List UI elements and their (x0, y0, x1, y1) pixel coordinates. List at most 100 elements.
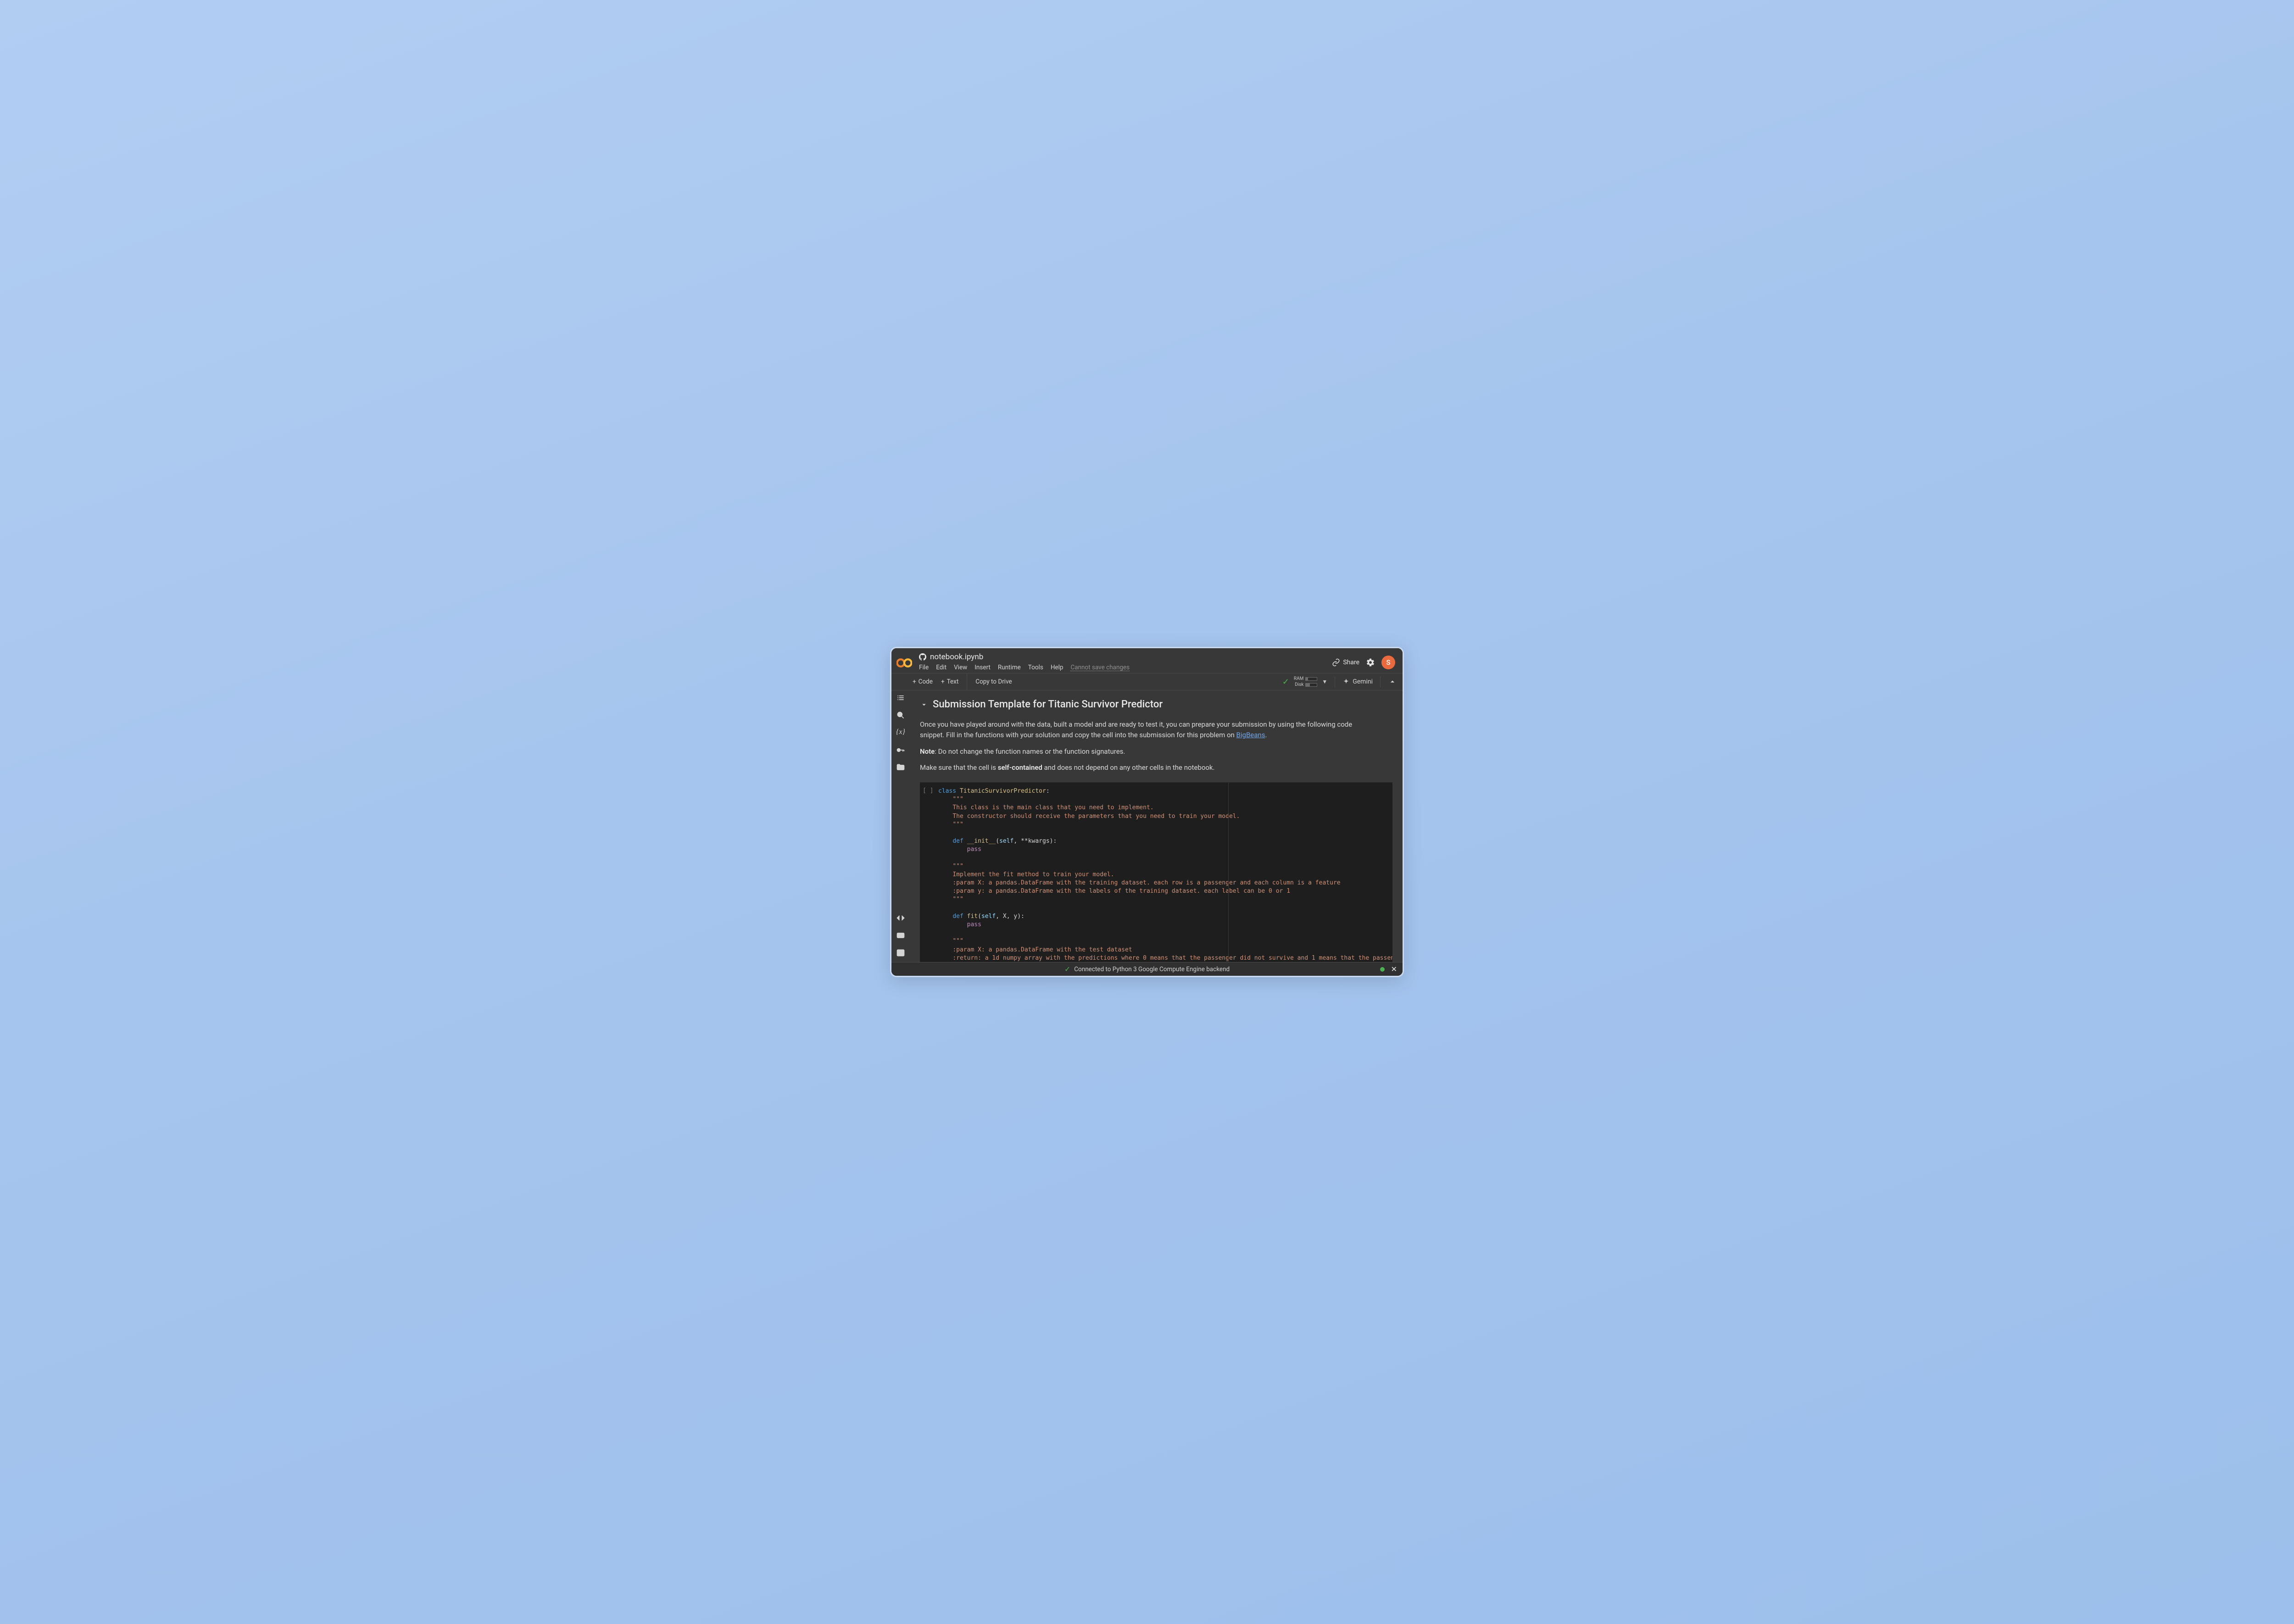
avatar-letter: S (1386, 658, 1390, 667)
sparkle-icon (1342, 678, 1350, 685)
content-scroll[interactable]: Submission Template for Titanic Survivor… (910, 690, 1403, 962)
add-text-label: Text (947, 678, 959, 685)
md-bold: Note (920, 747, 935, 756)
docstring-line: :param X: a pandas.DataFrame with the tr… (952, 879, 1340, 886)
docstring-quote: """ (952, 863, 963, 870)
gemini-button[interactable]: Gemini (1342, 678, 1373, 685)
menu-edit[interactable]: Edit (936, 664, 947, 671)
sidebar-secrets[interactable] (891, 745, 910, 755)
punct: : (1046, 788, 1050, 795)
ram-label: RAM (1294, 676, 1303, 681)
docstring-line: Implement the fit method to train your m… (952, 871, 1114, 878)
user-avatar[interactable]: S (1381, 656, 1395, 669)
method-name: __init__ (967, 838, 996, 845)
params: , X, y): (996, 913, 1025, 920)
docstring-quote: """ (952, 796, 963, 803)
param-self: self (999, 838, 1013, 845)
md-text: Make sure that the cell is (920, 763, 998, 772)
search-icon (896, 711, 905, 720)
header-actions: Share S (1332, 656, 1395, 669)
docstring-line: :return: a 1d numpy array with the predi… (952, 955, 1392, 962)
docstring-line: This class is the main class that you ne… (952, 804, 1153, 811)
share-label: Share (1343, 659, 1359, 666)
sidebar-variables[interactable]: {x} (891, 728, 910, 737)
method-name: fit (967, 913, 978, 920)
menu-insert[interactable]: Insert (974, 664, 991, 671)
title-block: notebook.ipynb File Edit View Insert Run… (919, 652, 1325, 671)
sidebar-terminal[interactable] (891, 948, 910, 957)
header: notebook.ipynb File Edit View Insert Run… (891, 648, 1403, 673)
docstring-line: The constructor should receive the param… (952, 813, 1240, 820)
settings-icon[interactable] (1366, 658, 1375, 667)
add-code-label: Code (919, 678, 933, 685)
ruler-line (1228, 783, 1229, 962)
resources-dropdown-icon[interactable]: ▼ (1322, 679, 1327, 685)
docstring-quote: """ (952, 938, 963, 945)
menu-runtime[interactable]: Runtime (998, 664, 1021, 671)
kw-pass: pass (967, 921, 981, 928)
copy-to-drive-label: Copy to Drive (975, 678, 1012, 685)
md-paragraph-3: Make sure that the cell is self-containe… (920, 762, 1360, 773)
sidebar-code-snippets[interactable] (891, 913, 910, 923)
kw-pass: pass (967, 846, 981, 853)
github-icon (919, 653, 926, 661)
status-text: Connected to Python 3 Google Compute Eng… (1074, 966, 1230, 973)
add-code-button[interactable]: +Code (913, 678, 933, 685)
copy-to-drive-button[interactable]: Copy to Drive (975, 678, 1012, 685)
md-text: . (1265, 731, 1267, 739)
md-bold: self-contained (998, 763, 1042, 772)
md-paragraph-1: Once you have played around with the dat… (920, 719, 1360, 741)
content-area: Submission Template for Titanic Survivor… (910, 690, 1403, 962)
menu-file[interactable]: File (919, 664, 929, 671)
chevron-up-icon[interactable] (1388, 677, 1397, 686)
sidebar-search[interactable] (891, 711, 910, 720)
section-title: Submission Template for Titanic Survivor… (933, 699, 1163, 710)
md-text: : Do not change the function names or th… (935, 747, 1125, 756)
body: {x} Submission Template for Titanic Surv… (891, 690, 1403, 962)
plus-icon: + (941, 678, 945, 685)
kw-def: def (952, 838, 967, 845)
sidebar-files[interactable] (891, 763, 910, 772)
section-heading[interactable]: Submission Template for Titanic Survivor… (920, 699, 1392, 710)
kw-class: class (938, 788, 956, 795)
md-paragraph-2: Note: Do not change the function names o… (920, 746, 1360, 757)
kw-def: def (952, 913, 967, 920)
folder-icon (896, 763, 905, 772)
card-icon (896, 931, 905, 940)
colab-logo (896, 655, 913, 671)
docstring-line: :param X: a pandas.DataFrame with the te… (952, 946, 1132, 953)
menu-tools[interactable]: Tools (1028, 664, 1043, 671)
code-cell[interactable]: [ ] class TitanicSurvivorPredictor: """ … (920, 782, 1392, 962)
param-self: self (981, 913, 996, 920)
docstring-line: :param y: a pandas.DataFrame with the la… (952, 888, 1290, 895)
link-icon (1332, 658, 1340, 667)
terminal-icon (896, 948, 905, 957)
docstring-quote: """ (952, 896, 963, 903)
code-editor[interactable]: class TitanicSurvivorPredictor: """ This… (936, 783, 1392, 962)
save-disabled-note: Cannot save changes (1070, 664, 1130, 671)
notebook-filename[interactable]: notebook.ipynb (930, 652, 983, 662)
status-dot-icon (1380, 967, 1385, 972)
close-status-button[interactable]: ✕ (1391, 965, 1397, 973)
key-icon (896, 745, 905, 755)
menu-help[interactable]: Help (1051, 664, 1063, 671)
add-text-button[interactable]: +Text (941, 678, 958, 685)
gemini-label: Gemini (1353, 678, 1373, 685)
sidebar: {x} (891, 690, 910, 962)
separator (1380, 676, 1381, 687)
md-text: and does not depend on any other cells i… (1042, 763, 1215, 772)
code-icon (896, 913, 905, 923)
list-icon (896, 693, 905, 702)
sidebar-toc[interactable] (891, 693, 910, 702)
menu-view[interactable]: View (954, 664, 967, 671)
share-button[interactable]: Share (1332, 658, 1359, 667)
app-window: notebook.ipynb File Edit View Insert Run… (890, 647, 1404, 977)
punct: ( (996, 838, 999, 845)
punct: ( (978, 913, 981, 920)
sidebar-command-palette[interactable] (891, 931, 910, 940)
bigbeans-link[interactable]: BigBeans (1236, 731, 1265, 739)
resource-meters[interactable]: RAM Disk (1294, 676, 1317, 687)
disk-label: Disk (1295, 682, 1303, 687)
disk-meter (1305, 683, 1317, 687)
md-text: Once you have played around with the dat… (920, 720, 1352, 739)
